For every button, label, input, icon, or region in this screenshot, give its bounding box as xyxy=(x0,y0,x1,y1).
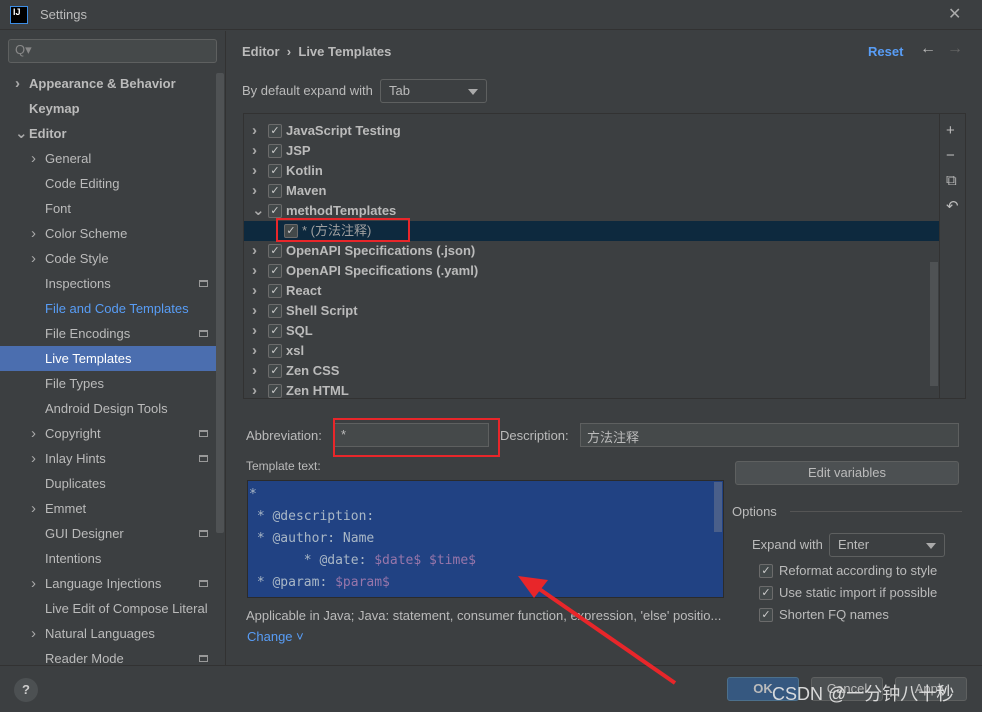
annotation-box-abbreviation xyxy=(333,418,500,457)
annotation-box-template-row xyxy=(276,218,410,242)
annotation-arrow-head xyxy=(518,576,548,598)
annotation-overlay xyxy=(276,218,677,685)
annotation-arrow-line xyxy=(533,584,677,685)
